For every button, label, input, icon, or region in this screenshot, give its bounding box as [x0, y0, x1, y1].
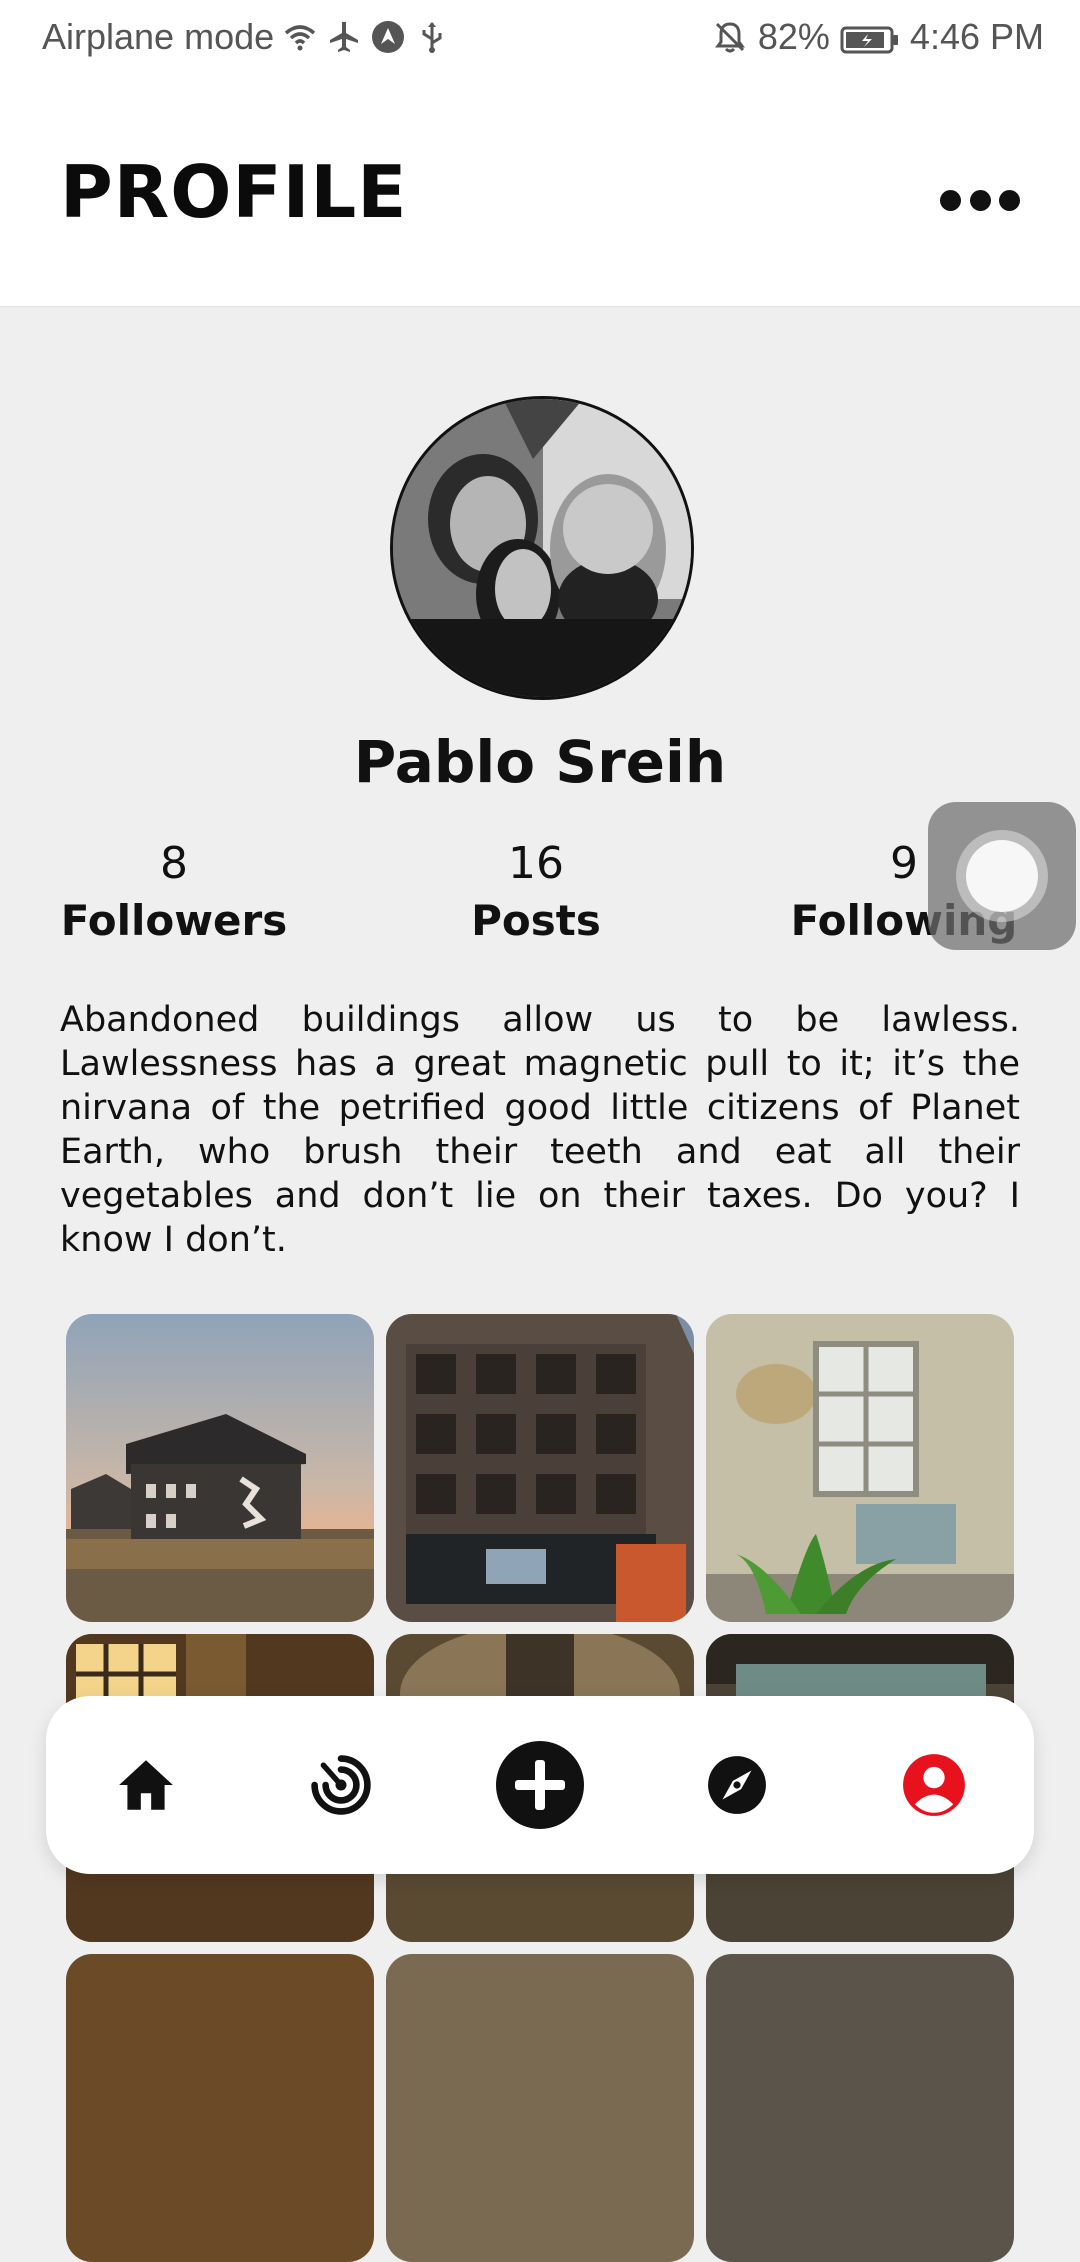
battery-charging-icon — [840, 22, 900, 54]
nav-add[interactable] — [490, 1735, 590, 1835]
status-right: 82% 4:46 PM — [712, 16, 1044, 58]
profile-bio: Abandoned buildings allow us to be lawle… — [60, 1000, 1020, 1260]
nav-profile[interactable] — [884, 1735, 984, 1835]
assistive-ring — [956, 830, 1048, 922]
add-icon — [496, 1741, 584, 1829]
activity-icon — [311, 1755, 371, 1815]
airplane-icon — [326, 19, 362, 55]
more-dot — [969, 189, 991, 211]
nav-explore[interactable] — [687, 1735, 787, 1835]
photo-concrete-building[interactable] — [386, 1314, 694, 1622]
assistive-core — [966, 840, 1038, 912]
followers-stat[interactable]: 8 Followers — [44, 836, 304, 950]
avatar-photo — [393, 399, 691, 697]
photo-grid-item-8[interactable] — [386, 1954, 694, 2262]
followers-label: Followers — [60, 896, 288, 945]
app-header: PROFILE — [0, 76, 1080, 307]
posts-count: 16 — [508, 838, 564, 889]
photo-abandoned-house[interactable] — [66, 1314, 374, 1622]
profile-icon — [903, 1754, 965, 1816]
explore-icon — [708, 1756, 766, 1814]
nav-app-icon — [370, 19, 406, 55]
nav-home[interactable] — [96, 1735, 196, 1835]
more-options-button[interactable] — [940, 180, 1020, 220]
followers-count: 8 — [160, 838, 188, 889]
status-bar: Airplane mode 82% 4:46 PM — [0, 0, 1080, 76]
airplane-mode-label: Airplane mode — [42, 16, 275, 57]
posts-label: Posts — [471, 896, 601, 945]
more-dot — [999, 189, 1020, 211]
bell-off-icon — [712, 19, 748, 55]
photo-grid-item-9[interactable] — [706, 1954, 1014, 2262]
photo-grid-item-7[interactable] — [66, 1954, 374, 2262]
assistive-touch-button[interactable] — [928, 802, 1076, 950]
profile-stats: 8 Followers 16 Posts 9 Following — [60, 836, 1020, 956]
bottom-navigation — [46, 1696, 1034, 1874]
home-icon — [119, 1760, 173, 1810]
profile-name: Pablo Sreih — [353, 728, 727, 796]
wifi-icon — [282, 19, 318, 55]
photo-window-plant[interactable] — [706, 1314, 1014, 1622]
avatar[interactable] — [390, 396, 694, 700]
usb-icon — [414, 19, 450, 55]
nav-activity[interactable] — [291, 1735, 391, 1835]
clock: 4:46 PM — [909, 16, 1044, 57]
battery-percent: 82% — [757, 16, 830, 57]
status-left: Airplane mode — [42, 16, 450, 58]
posts-stat[interactable]: 16 Posts — [406, 836, 666, 950]
page-title: PROFILE — [60, 150, 408, 234]
more-horizontal-icon — [940, 189, 961, 211]
